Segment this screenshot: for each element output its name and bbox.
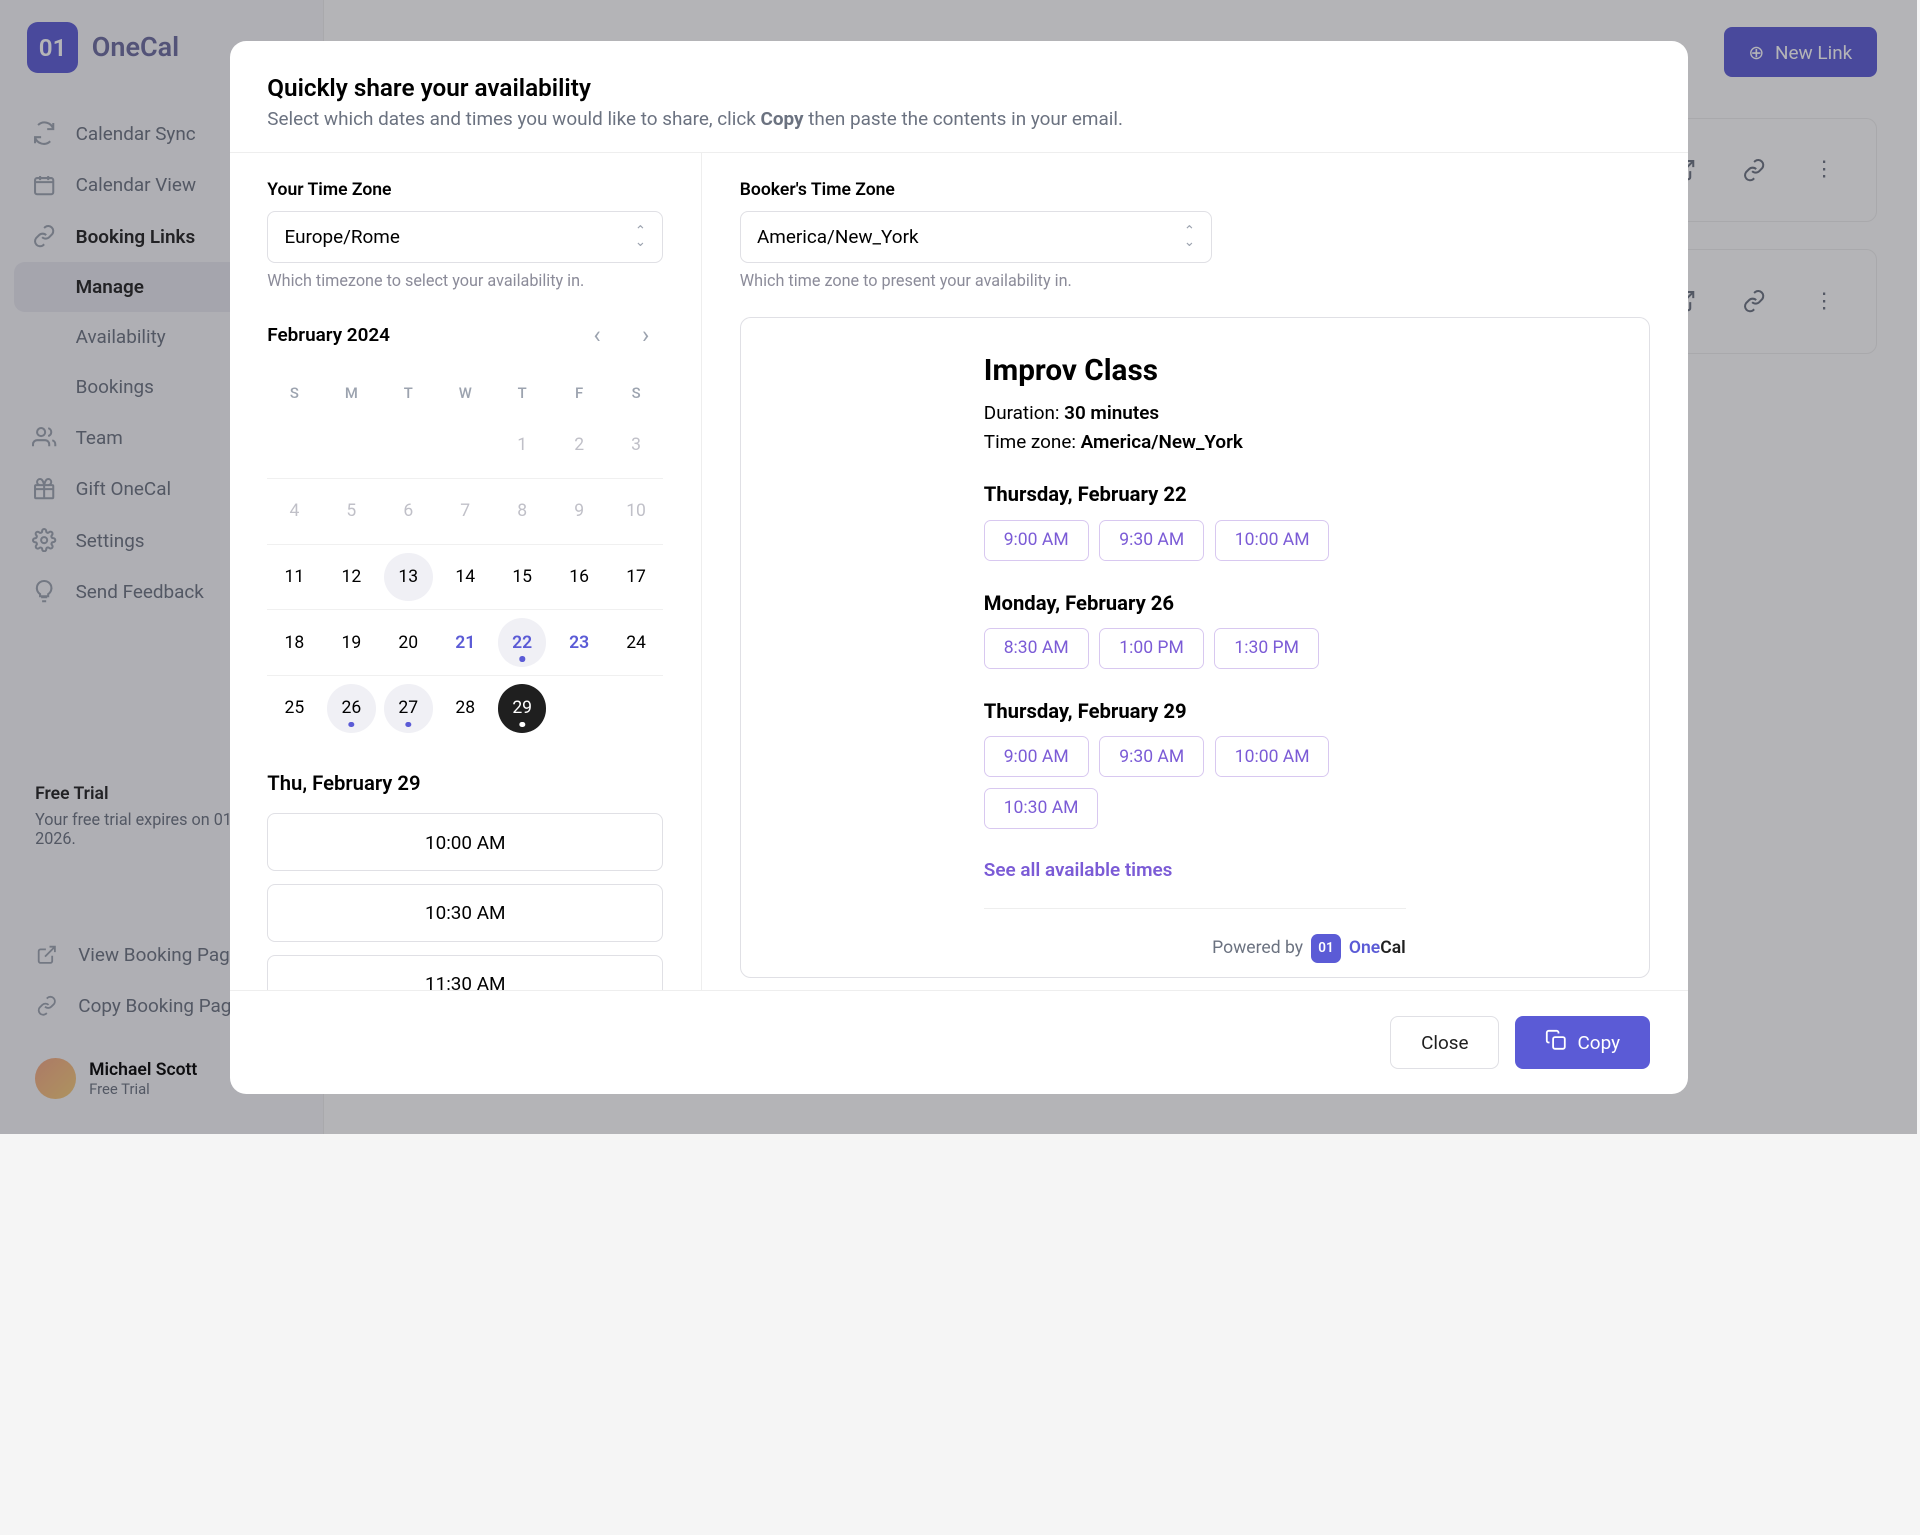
preview-timezone: Time zone: America/New_York — [984, 430, 1406, 453]
time-slot-chip[interactable]: 8:30 AM — [984, 628, 1089, 669]
see-all-times-link[interactable]: See all available times — [984, 858, 1406, 881]
button-label: Copy — [1578, 1031, 1621, 1054]
chevron-updown-icon: ⌃⌄ — [635, 226, 646, 248]
calendar-dayname: M — [324, 373, 378, 413]
calendar-day[interactable]: 19 — [327, 618, 376, 667]
calendar-day[interactable]: 23 — [555, 618, 604, 667]
preview-title: Improv Class — [984, 353, 1406, 388]
time-slot-chip[interactable]: 9:30 AM — [1099, 520, 1204, 561]
preview-panel: Booker's Time Zone America/New_York ⌃⌄ W… — [702, 153, 1688, 990]
your-tz-hint: Which timezone to select your availabili… — [267, 271, 663, 290]
booker-tz-hint: Which time zone to present your availabi… — [740, 271, 1213, 290]
calendar-day[interactable]: 4 — [270, 487, 319, 536]
powered-name: Cal — [1380, 938, 1405, 958]
tz-value: Europe/Rome — [284, 225, 399, 248]
close-button[interactable]: Close — [1390, 1016, 1499, 1070]
time-slot-chip[interactable]: 9:00 AM — [984, 520, 1089, 561]
copy-button[interactable]: Copy — [1515, 1016, 1649, 1070]
calendar-day[interactable]: 29 — [498, 684, 547, 733]
preview-day-header: Thursday, February 22 — [984, 482, 1406, 506]
share-availability-modal: Quickly share your availability Select w… — [230, 41, 1688, 1094]
time-slot[interactable]: 11:30 AM — [267, 955, 663, 990]
calendar-grid: SMTWTFS123456789101112131415161718192021… — [267, 373, 663, 738]
calendar-day — [441, 421, 490, 470]
your-tz-label: Your Time Zone — [267, 180, 663, 200]
time-slot[interactable]: 10:00 AM — [267, 813, 663, 870]
time-slot-chip[interactable]: 10:30 AM — [984, 788, 1099, 829]
calendar-day[interactable]: 3 — [612, 421, 661, 470]
calendar-day[interactable]: 9 — [555, 487, 604, 536]
calendar-dayname: F — [552, 373, 606, 413]
time-slot-chip[interactable]: 9:30 AM — [1099, 736, 1204, 777]
calendar-day[interactable]: 7 — [441, 487, 490, 536]
calendar-day[interactable]: 11 — [270, 553, 319, 602]
preview-duration: Duration: 30 minutes — [984, 401, 1406, 424]
calendar-day — [612, 684, 661, 733]
logo-icon: 01 — [1311, 934, 1341, 964]
calendar-day[interactable]: 10 — [612, 487, 661, 536]
powered-by: Powered by 01 OneCal — [984, 908, 1406, 963]
calendar-day[interactable]: 17 — [612, 553, 661, 602]
calendar-day[interactable]: 2 — [555, 421, 604, 470]
availability-picker: Your Time Zone Europe/Rome ⌃⌄ Which time… — [230, 153, 703, 990]
calendar-day[interactable]: 13 — [384, 553, 433, 602]
calendar-dayname: T — [381, 373, 435, 413]
preview-day-header: Monday, February 26 — [984, 591, 1406, 615]
calendar-day[interactable]: 20 — [384, 618, 433, 667]
email-preview: Improv Class Duration: 30 minutes Time z… — [740, 317, 1650, 979]
calendar-day — [327, 421, 376, 470]
calendar-day[interactable]: 15 — [498, 553, 547, 602]
preview-day-header: Thursday, February 29 — [984, 699, 1406, 723]
calendar-day[interactable]: 18 — [270, 618, 319, 667]
calendar-dayname: S — [267, 373, 321, 413]
calendar-day[interactable]: 27 — [384, 684, 433, 733]
calendar-day — [270, 421, 319, 470]
calendar-month-year: February 2024 — [267, 323, 390, 346]
modal-title: Quickly share your availability — [267, 73, 1649, 102]
calendar-day[interactable]: 1 — [498, 421, 547, 470]
calendar-dayname: S — [609, 373, 663, 413]
copy-icon — [1545, 1029, 1567, 1056]
calendar-day[interactable]: 28 — [441, 684, 490, 733]
booker-tz-label: Booker's Time Zone — [740, 180, 1213, 200]
calendar-day[interactable]: 6 — [384, 487, 433, 536]
calendar-day[interactable]: 5 — [327, 487, 376, 536]
calendar-day[interactable]: 22 — [498, 618, 547, 667]
calendar-day[interactable]: 25 — [270, 684, 319, 733]
time-slot-chip[interactable]: 1:30 PM — [1214, 628, 1318, 669]
calendar-day — [555, 684, 604, 733]
calendar-dayname: W — [438, 373, 492, 413]
selected-date-header: Thu, February 29 — [267, 771, 663, 795]
tz-value: America/New_York — [757, 225, 919, 248]
modal-overlay: Quickly share your availability Select w… — [0, 0, 1917, 1134]
calendar-day[interactable]: 21 — [441, 618, 490, 667]
your-tz-select[interactable]: Europe/Rome ⌃⌄ — [267, 211, 663, 263]
calendar-day[interactable]: 8 — [498, 487, 547, 536]
calendar-day[interactable]: 14 — [441, 553, 490, 602]
next-month-button[interactable]: › — [628, 317, 663, 352]
time-slot-chip[interactable]: 10:00 AM — [1215, 520, 1330, 561]
modal-subtitle: Select which dates and times you would l… — [267, 107, 1649, 130]
time-slot-chip[interactable]: 1:00 PM — [1099, 628, 1203, 669]
calendar-day[interactable]: 26 — [327, 684, 376, 733]
prev-month-button[interactable]: ‹ — [580, 317, 615, 352]
calendar-day[interactable]: 12 — [327, 553, 376, 602]
calendar-day[interactable]: 16 — [555, 553, 604, 602]
time-slot-chip[interactable]: 10:00 AM — [1215, 736, 1330, 777]
booker-tz-select[interactable]: America/New_York ⌃⌄ — [740, 211, 1213, 263]
chevron-updown-icon: ⌃⌄ — [1184, 226, 1195, 248]
calendar-day — [384, 421, 433, 470]
time-slot[interactable]: 10:30 AM — [267, 884, 663, 941]
calendar-dayname: T — [495, 373, 549, 413]
time-slot-chip[interactable]: 9:00 AM — [984, 736, 1089, 777]
calendar-day[interactable]: 24 — [612, 618, 661, 667]
